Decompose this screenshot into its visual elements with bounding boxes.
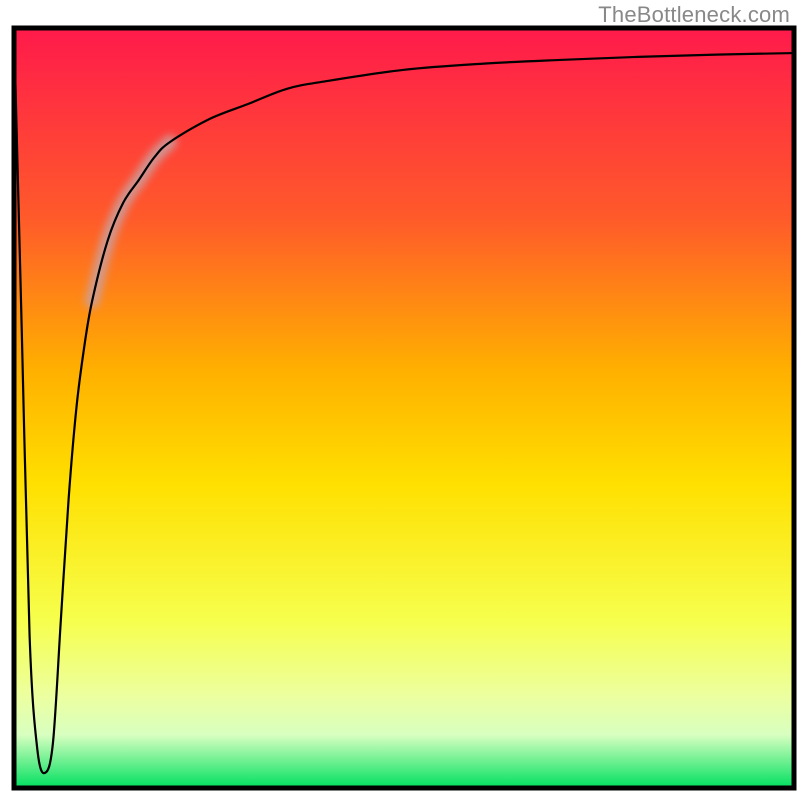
- plot-background: [14, 28, 794, 788]
- bottleneck-chart: [0, 0, 800, 800]
- watermark-label: TheBottleneck.com: [598, 2, 790, 28]
